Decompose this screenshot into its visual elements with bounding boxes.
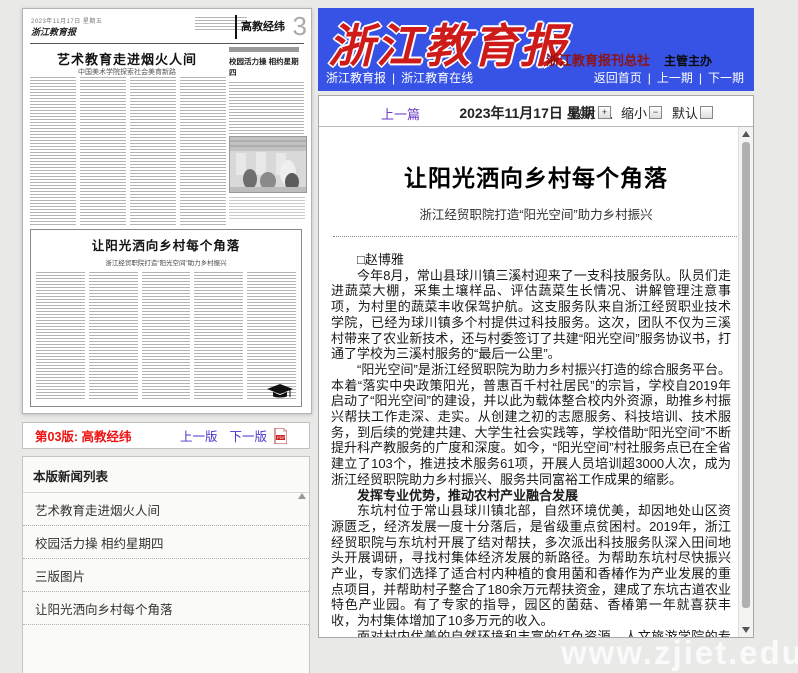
page-bar: 第03版: 高教经纬 上一版 下一版 PDF xyxy=(22,422,310,449)
news-list-item[interactable]: 校园活力操 相约星期四 xyxy=(23,526,309,559)
thumb-text-column xyxy=(36,272,85,400)
article-byline: □赵博雅 xyxy=(331,252,731,268)
scroll-up-icon[interactable] xyxy=(742,131,750,137)
home-link[interactable]: 返回首页 xyxy=(594,71,642,85)
zoom-out-button[interactable]: 缩小 − xyxy=(621,103,662,122)
graduation-cap-icon xyxy=(267,384,293,401)
thumb-text-column xyxy=(89,272,138,400)
thumb-text-column xyxy=(142,272,191,400)
news-list-panel: 本版新闻列表 艺术教育走进烟火人间校园活力操 相约星期四三版图片让阳光洒向乡村每… xyxy=(22,456,310,673)
thumb-headline-2: 校园活力操 相约星期四 xyxy=(229,56,304,78)
site-link-paper[interactable]: 浙江教育报 xyxy=(326,71,386,85)
masthead-banner: 浙江教育报 浙江教育报刊总社主管主办 浙江教育报|浙江教育在线 返回首页|上一期… xyxy=(318,8,754,91)
next-page-link[interactable]: 下一版 xyxy=(230,426,268,445)
thumb-photo xyxy=(229,136,307,193)
article-panel: 上一篇 2023年11月17日 星期 五 放大 + 缩小 − 默认 让阳光洒向乡… xyxy=(318,95,754,638)
banner-nav: 浙江教育报 | 浙江教育在线 返回首页 | 上一期 | 下一期 xyxy=(326,69,744,86)
thumb-text-column xyxy=(180,77,226,225)
site-link-online[interactable]: 浙江教育在线 xyxy=(401,71,473,85)
zoom-out-icon: − xyxy=(649,106,662,119)
agency-line: 浙江教育报刊总社主管主办 xyxy=(546,50,712,69)
thumb-mini-headline xyxy=(229,47,299,52)
thumb-boxed-story[interactable]: 让阳光洒向乡村每个角落 浙江经贸职院打造“阳光空间”助力乡村振兴 xyxy=(30,229,302,407)
thumb-boxed-headline: 让阳光洒向乡村每个角落 xyxy=(31,235,301,254)
article-toolbar: 上一篇 2023年11月17日 星期 五 放大 + 缩小 − 默认 xyxy=(319,96,753,127)
article-p: 东坑村位于常山县球川镇北部，自然环境优美，却因地处山区资源匮乏，经济发展一度十分… xyxy=(331,503,731,629)
scroll-down-icon[interactable] xyxy=(742,627,750,633)
thumb-text-column xyxy=(130,77,176,225)
zoom-reset-icon xyxy=(700,106,713,119)
thumb-header-rule xyxy=(30,43,304,44)
article-p: “阳光空间”是浙江经贸职院为助力乡村振兴打造的综合服务平台。本着“落实中央政策阳… xyxy=(331,362,731,488)
title-divider xyxy=(333,236,739,237)
news-list-title: 本版新闻列表 xyxy=(23,457,309,493)
zoom-in-icon: + xyxy=(598,106,611,119)
thumb-photo-caption xyxy=(229,197,305,221)
thumb-date: 2023年11月17日 星期五 xyxy=(31,16,102,25)
news-list-item[interactable]: 艺术教育走进烟火人间 xyxy=(23,493,309,526)
nav-separator: | xyxy=(392,71,395,85)
agency-role: 主管主办 xyxy=(664,54,712,68)
article-title: 让阳光洒向乡村每个角落 xyxy=(319,159,753,193)
prev-issue-link[interactable]: 上一期 xyxy=(657,71,693,85)
thumb-text-column xyxy=(247,272,296,400)
svg-text:PDF: PDF xyxy=(277,435,286,440)
nav-separator: | xyxy=(699,71,702,85)
prev-page-link[interactable]: 上一版 xyxy=(180,426,218,445)
newspaper-logo: 浙江教育报 xyxy=(328,10,568,76)
current-page-label: 第03版: 高教经纬 xyxy=(35,426,132,445)
news-list-item[interactable]: 让阳光洒向乡村每个角落 xyxy=(23,592,309,625)
thumb-section-name: 高教经纬 xyxy=(235,15,285,39)
thumb-text-columns xyxy=(30,77,226,225)
article-p: 今年8月，常山县球川镇三溪村迎来了一支科技服务队。队员们走进蔬菜大棚，采集土壤样… xyxy=(331,268,731,362)
zoom-out-label: 缩小 xyxy=(621,103,647,122)
scrollbar-thumb[interactable] xyxy=(742,142,750,608)
zoom-in-label: 放大 xyxy=(570,103,596,122)
thumb-masthead: 浙江教育报 xyxy=(31,25,76,38)
article-subhead: 发挥专业优势，推动农村产业融合发展 xyxy=(331,488,731,504)
thumb-boxed-columns xyxy=(36,272,296,400)
pdf-icon[interactable]: PDF xyxy=(274,428,287,444)
zoom-reset-button[interactable]: 默认 xyxy=(672,103,713,122)
zoom-reset-label: 默认 xyxy=(672,103,698,122)
next-issue-link[interactable]: 下一期 xyxy=(708,71,744,85)
thumb-text-column xyxy=(194,272,243,400)
article-scrollbar[interactable] xyxy=(738,127,753,637)
agency-name: 浙江教育报刊总社 xyxy=(546,53,650,68)
newspaper-page-thumbnail[interactable]: 2023年11月17日 星期五 浙江教育报 高教经纬 3 艺术教育走进烟火人间 … xyxy=(22,8,312,414)
news-list-items: 艺术教育走进烟火人间校园活力操 相约星期四三版图片让阳光洒向乡村每个角落 xyxy=(23,493,309,625)
thumb-text-column xyxy=(30,77,76,225)
thumb-page-number: 3 xyxy=(293,11,307,42)
article-subtitle: 浙江经贸职院打造“阳光空间”助力乡村振兴 xyxy=(319,204,753,223)
thumb-subhead-1: 中国美术学院探索社会美育新路 xyxy=(31,67,223,77)
site-watermark: www.zjiet.edu.cn xyxy=(561,634,798,672)
thumb-boxed-subhead: 浙江经贸职院打造“阳光空间”助力乡村振兴 xyxy=(31,257,301,267)
nav-separator: | xyxy=(648,71,651,85)
zoom-in-button[interactable]: 放大 + xyxy=(570,103,611,122)
page: 2023年11月17日 星期五 浙江教育报 高教经纬 3 艺术教育走进烟火人间 … xyxy=(0,0,798,673)
news-list-scroll-up-icon[interactable] xyxy=(298,493,306,499)
article-body: □赵博雅今年8月，常山县球川镇三溪村迎来了一支科技服务队。队员们走进蔬菜大棚，采… xyxy=(331,252,731,638)
thumb-text-column xyxy=(80,77,126,225)
thumb-headline-1: 艺术教育走进烟火人间 xyxy=(31,49,223,68)
news-list-item[interactable]: 三版图片 xyxy=(23,559,309,592)
